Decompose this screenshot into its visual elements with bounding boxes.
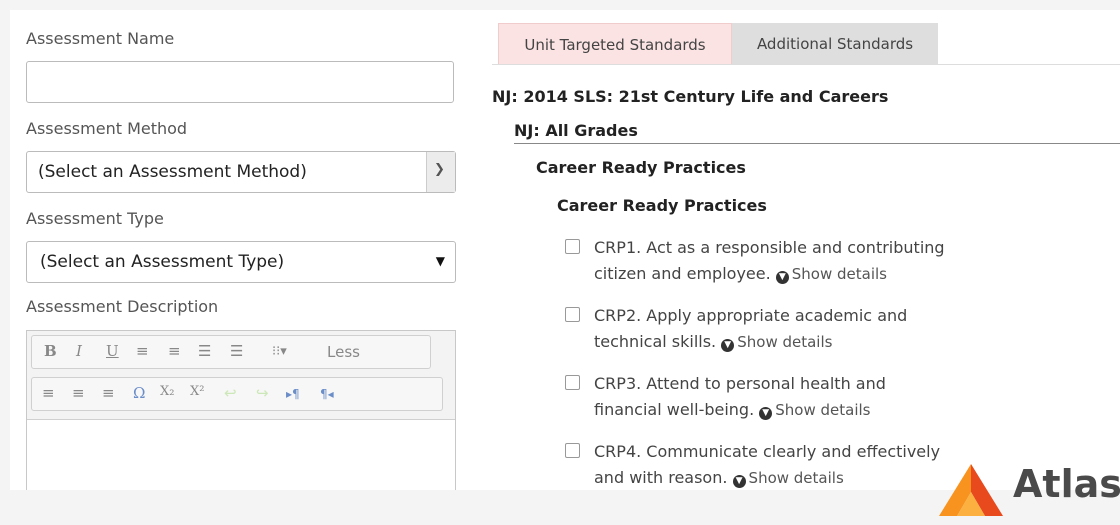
standard-text: CRP4. Communicate clearly and effectivel… — [594, 442, 941, 461]
toolbar-group-align: ≡ ≡ ≡ Ω X₂ X² ↩ ↪ ▸¶ ¶◂ — [31, 377, 443, 411]
standard-text: CRP1. Act as a responsible and contribut… — [594, 238, 945, 257]
numbered-list-button[interactable]: ☰ — [230, 342, 243, 360]
align-left-button[interactable]: ≡ — [42, 384, 55, 402]
standard-text-cont: financial well-being. — [594, 400, 755, 419]
standard-text: CRP2. Apply appropriate academic and — [594, 306, 908, 325]
standard-checkbox[interactable] — [565, 375, 580, 390]
standards-category-heading: Career Ready Practices — [536, 158, 746, 177]
underline-button[interactable]: U — [106, 342, 119, 360]
italic-button[interactable]: I — [76, 342, 82, 360]
tab-divider — [492, 64, 1120, 65]
subscript-button[interactable]: X₂ — [160, 384, 174, 399]
standards-subcategory-heading: Career Ready Practices — [557, 196, 767, 215]
chevron-circle-down-icon: ▼ — [759, 407, 773, 420]
rtl-button[interactable]: ¶◂ — [320, 387, 334, 401]
grade-divider — [514, 143, 1120, 144]
dropdown-toggle[interactable]: ❯ — [426, 152, 455, 192]
standard-text-cont: and with reason. — [594, 468, 728, 487]
bold-button[interactable]: B — [44, 342, 57, 360]
chevron-circle-down-icon: ▼ — [775, 271, 789, 284]
standard-checkbox[interactable] — [565, 443, 580, 458]
chevron-circle-down-icon: ▼ — [721, 339, 735, 352]
chevron-down-icon: ❯ — [434, 162, 445, 177]
atlas-logo: Atlas — [935, 462, 1120, 522]
standard-text-cont: technical skills. — [594, 332, 717, 351]
assessment-name-input[interactable] — [26, 61, 454, 103]
show-details-link[interactable]: ▼ Show details — [775, 265, 887, 284]
assessment-type-value: (Select an Assessment Type) — [40, 252, 285, 272]
assessment-type-label: Assessment Type — [26, 209, 164, 228]
standards-framework-heading: NJ: 2014 SLS: 21st Century Life and Care… — [492, 87, 889, 106]
atlas-logo-text: Atlas — [1013, 462, 1120, 506]
show-details-link[interactable]: ▼ Show details — [721, 333, 832, 352]
assessment-type-select[interactable]: (Select an Assessment Type) ▼ — [26, 241, 456, 283]
show-details-link[interactable]: ▼ Show details — [759, 401, 870, 420]
bullet-list-button[interactable]: ☰ — [198, 342, 211, 360]
assessment-method-select[interactable]: (Select an Assessment Method) ❯ — [26, 151, 456, 193]
toolbar-group-format: B I U ≡ ≡ ☰ ☰ ⁝⁝▾ Less — [31, 335, 431, 369]
atlas-logo-icon — [939, 464, 1003, 516]
undo-button[interactable]: ↩ — [224, 384, 237, 402]
indent-button[interactable]: ≡ — [168, 342, 181, 360]
caret-down-icon: ▼ — [435, 254, 445, 268]
tab-unit-targeted-standards[interactable]: Unit Targeted Standards — [498, 23, 732, 65]
less-button[interactable]: Less — [327, 343, 360, 361]
assessment-method-label: Assessment Method — [26, 119, 188, 138]
superscript-button[interactable]: X² — [190, 384, 204, 399]
standard-text-cont: citizen and employee. — [594, 264, 771, 283]
standard-text: CRP3. Attend to personal health and — [594, 374, 886, 393]
assessment-name-label: Assessment Name — [26, 29, 175, 48]
align-center-button[interactable]: ≡ — [72, 384, 85, 402]
description-editor[interactable]: B I U ≡ ≡ ☰ ☰ ⁝⁝▾ Less ≡ ≡ ≡ Ω X₂ X² ↩ ↪… — [26, 330, 456, 490]
assessment-form-panel: Assessment Name Assessment Method (Selec… — [10, 10, 1120, 490]
tab-additional-standards[interactable]: Additional Standards — [732, 23, 938, 65]
editor-toolbar: B I U ≡ ≡ ☰ ☰ ⁝⁝▾ Less ≡ ≡ ≡ Ω X₂ X² ↩ ↪… — [27, 331, 455, 420]
table-menu-button[interactable]: ⁝⁝▾ — [272, 344, 287, 359]
editor-content-area[interactable] — [27, 420, 455, 490]
show-details-link[interactable]: ▼ Show details — [732, 469, 844, 488]
standards-grade-heading: NJ: All Grades — [514, 121, 638, 140]
outdent-button[interactable]: ≡ — [136, 342, 149, 360]
chevron-circle-down-icon: ▼ — [732, 475, 746, 488]
standard-checkbox[interactable] — [565, 239, 580, 254]
assessment-description-label: Assessment Description — [26, 297, 219, 316]
standard-checkbox[interactable] — [565, 307, 580, 322]
redo-button[interactable]: ↪ — [256, 384, 269, 402]
align-right-button[interactable]: ≡ — [102, 384, 115, 402]
special-char-button[interactable]: Ω — [133, 384, 145, 402]
assessment-method-value: (Select an Assessment Method) — [38, 162, 307, 182]
ltr-button[interactable]: ▸¶ — [286, 387, 300, 401]
